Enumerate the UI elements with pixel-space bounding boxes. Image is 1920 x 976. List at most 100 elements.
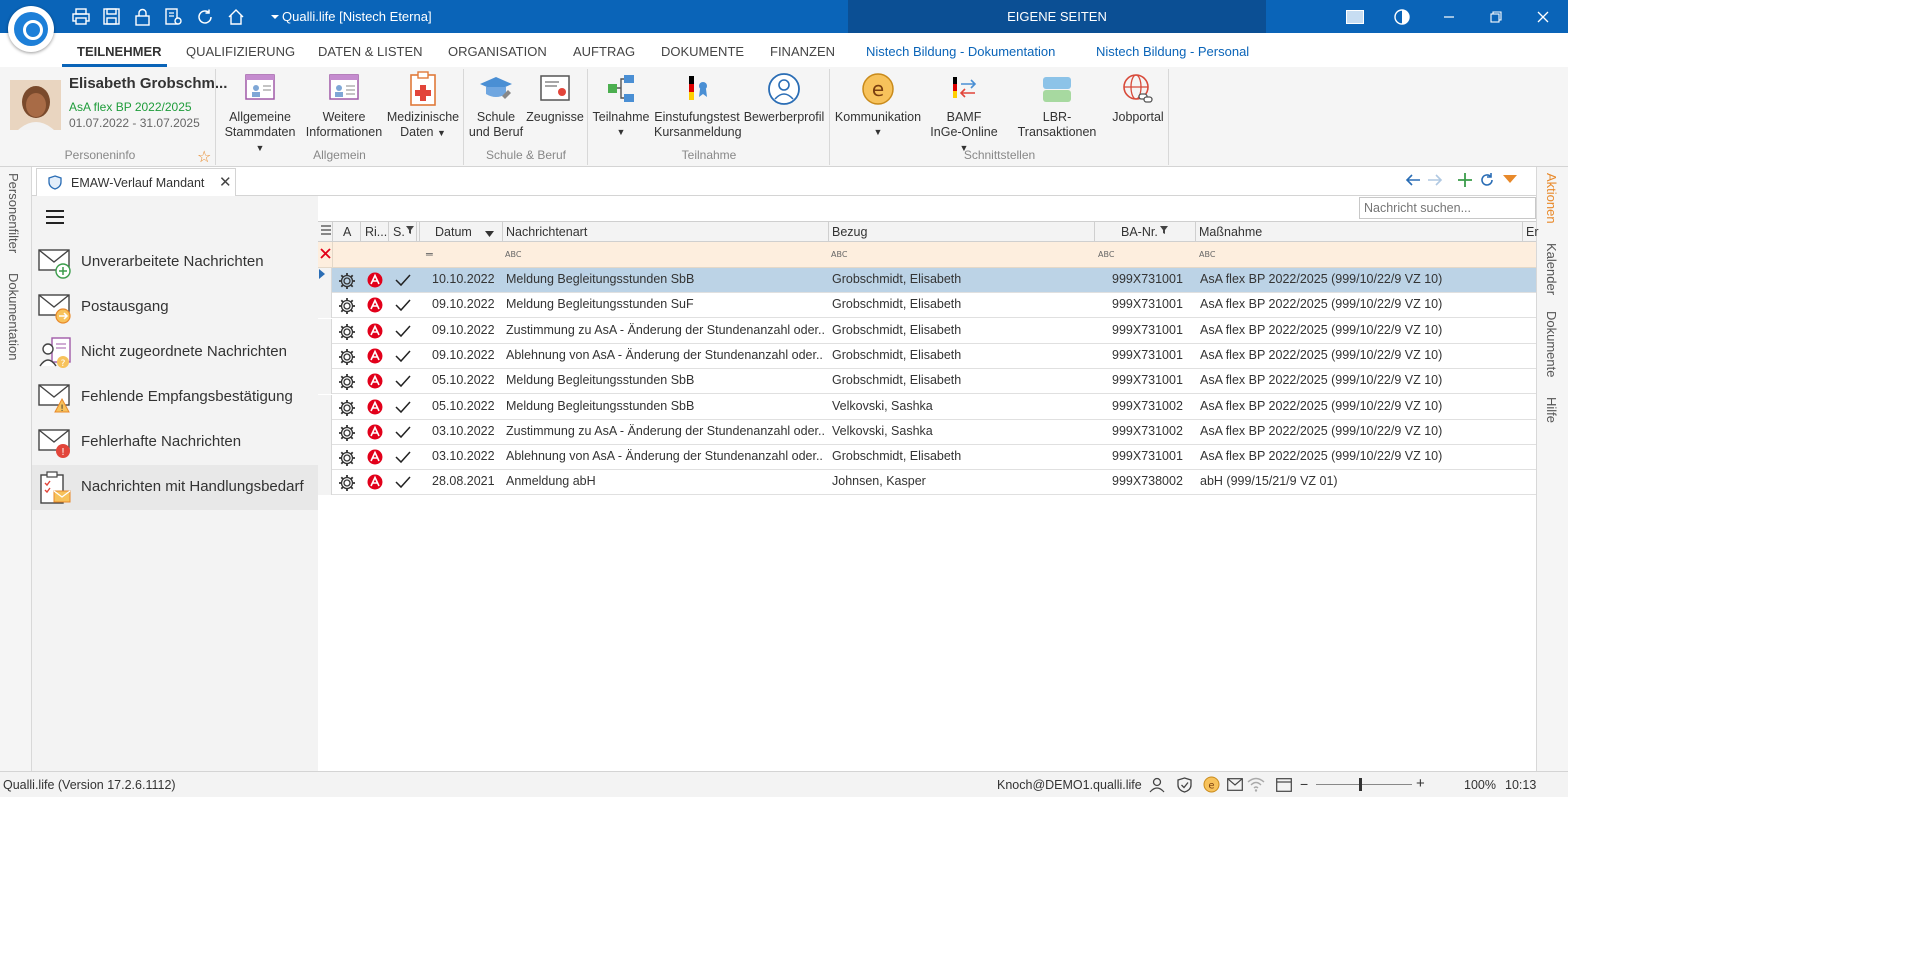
filter-icon[interactable] <box>1160 223 1168 237</box>
user-icon[interactable] <box>1149 777 1165 796</box>
zoom-in-icon[interactable]: + <box>1416 775 1425 792</box>
qualli-logo[interactable] <box>8 6 54 52</box>
weitere-informationen-button[interactable]: Weitere Informationen <box>303 71 385 140</box>
tab-nistech-dokumentation[interactable]: Nistech Bildung - Dokumentation <box>866 44 1055 59</box>
zoom-level[interactable]: 100% <box>1464 778 1496 792</box>
restore-icon[interactable] <box>1473 0 1519 33</box>
hilfe-tab[interactable]: Hilfe <box>1544 397 1559 423</box>
schule-und-beruf-button[interactable]: Schule und Beruf <box>466 71 526 140</box>
nav-item-unverarbeitete[interactable]: Unverarbeitete Nachrichten <box>32 240 318 285</box>
table-row[interactable]: 09.10.2022 Meldung Begleitungsstunden Su… <box>318 293 1536 319</box>
zoom-slider-track[interactable] <box>1316 784 1412 785</box>
clear-filter-icon[interactable] <box>320 247 331 262</box>
window-layout-icon[interactable] <box>1276 778 1292 795</box>
nav-item-fehlende-empfangsbestaetigung[interactable]: ! Fehlende Empfangsbestätigung <box>32 375 318 420</box>
zoom-out-icon[interactable]: − <box>1300 776 1308 792</box>
add-icon[interactable] <box>1456 171 1478 192</box>
gear-icon[interactable] <box>338 474 356 495</box>
reload-icon[interactable] <box>1478 171 1502 192</box>
tab-auftrag[interactable]: AUFTRAG <box>573 44 635 59</box>
equals-filter-icon[interactable]: ═ <box>426 248 433 261</box>
teilnahme-button[interactable]: Teilnahme ▼ <box>590 71 652 140</box>
table-row[interactable]: 10.10.2022 Meldung Begleitungsstunden Sb… <box>318 268 1536 293</box>
back-arrow-icon[interactable] <box>1404 171 1426 192</box>
hamburger-menu-icon[interactable] <box>46 210 64 227</box>
personenfilter-tab[interactable]: Personenfilter <box>6 173 21 253</box>
medizinische-daten-button[interactable]: Medizinische Daten ▼ <box>386 71 460 141</box>
kalender-tab[interactable]: Kalender <box>1544 243 1559 295</box>
text-filter-icon[interactable]: ABC <box>1199 250 1215 259</box>
sort-desc-icon[interactable] <box>485 227 494 241</box>
gear-icon[interactable] <box>338 348 356 369</box>
kommunikation-button[interactable]: e Kommunikation ▼ <box>833 71 923 140</box>
close-icon[interactable] <box>1520 0 1566 33</box>
text-filter-icon[interactable]: ABC <box>831 250 847 259</box>
tab-finanzen[interactable]: FINANZEN <box>770 44 835 59</box>
table-row[interactable]: 03.10.2022 Zustimmung zu AsA - Änderung … <box>318 419 1536 445</box>
tab-emaw-verlauf-mandant[interactable]: EMAW-Verlauf Mandant ✕ <box>36 168 236 196</box>
gear-icon[interactable] <box>338 323 356 344</box>
person-name[interactable]: Elisabeth Grobschm... <box>69 75 227 92</box>
column-header-bezug[interactable]: Bezug <box>832 225 867 239</box>
forward-arrow-icon[interactable] <box>1426 171 1456 192</box>
table-row[interactable]: 09.10.2022 Zustimmung zu AsA - Änderung … <box>318 318 1536 344</box>
column-header-nachrichtenart[interactable]: Nachrichtenart <box>506 225 587 239</box>
table-row[interactable]: 09.10.2022 Ablehnung von AsA - Änderung … <box>318 343 1536 369</box>
avatar[interactable] <box>10 80 61 130</box>
contrast-icon[interactable] <box>1379 0 1425 33</box>
gear-icon[interactable] <box>338 297 356 318</box>
refresh-icon[interactable] <box>194 7 215 26</box>
column-chooser-icon[interactable] <box>321 224 331 238</box>
gear-icon[interactable] <box>338 399 356 420</box>
print-icon[interactable] <box>70 7 91 26</box>
dokumente-tab[interactable]: Dokumente <box>1544 311 1559 377</box>
kommunikation-status-icon[interactable]: e <box>1203 776 1220 796</box>
close-tab-icon[interactable]: ✕ <box>219 173 232 191</box>
shield-check-icon[interactable] <box>1177 777 1192 796</box>
nav-item-postausgang[interactable]: Postausgang <box>32 285 318 330</box>
tab-organisation[interactable]: ORGANISATION <box>448 44 547 59</box>
table-row[interactable]: 05.10.2022 Meldung Begleitungsstunden Sb… <box>318 394 1536 420</box>
text-filter-icon[interactable]: ABC <box>505 250 521 259</box>
tab-daten-listen[interactable]: DATEN & LISTEN <box>318 44 423 59</box>
lbr-transaktionen-button[interactable]: LBR-Transaktionen <box>1005 71 1109 140</box>
gear-icon[interactable] <box>338 449 356 470</box>
save-icon[interactable] <box>101 7 122 26</box>
filter-icon[interactable] <box>406 223 414 237</box>
tab-qualifizierung[interactable]: QUALIFIZIERUNG <box>186 44 295 59</box>
text-filter-icon[interactable]: ABC <box>1098 250 1114 259</box>
bewerberprofil-button[interactable]: Bewerberprofil <box>743 71 825 125</box>
message-search-input[interactable] <box>1359 197 1536 219</box>
column-header-s[interactable]: S. <box>393 225 405 239</box>
column-header-ri[interactable]: Ri... <box>365 225 387 239</box>
tab-teilnehmer[interactable]: TEILNEHMER <box>77 44 162 59</box>
aktionen-tab[interactable]: Aktionen <box>1544 173 1559 224</box>
bamf-inge-online-button[interactable]: BAMF InGe-Online ▼ <box>925 71 1003 156</box>
tab-dokumente[interactable]: DOKUMENTE <box>661 44 744 59</box>
column-header-massnahme[interactable]: Maßnahme <box>1199 225 1262 239</box>
layout-icon[interactable] <box>1332 0 1378 33</box>
nav-item-fehlerhafte[interactable]: ! Fehlerhafte Nachrichten <box>32 420 318 465</box>
column-header-a[interactable]: A <box>343 225 351 239</box>
tab-nistech-personal[interactable]: Nistech Bildung - Personal <box>1096 44 1249 59</box>
document-settings-icon[interactable] <box>163 7 184 26</box>
wifi-icon[interactable] <box>1247 777 1265 795</box>
favorite-star-icon[interactable]: ☆ <box>197 147 211 167</box>
dropdown-icon[interactable] <box>1502 171 1520 192</box>
home-icon[interactable] <box>225 7 246 26</box>
zeugnisse-button[interactable]: Zeugnisse <box>526 71 584 125</box>
column-header-datum[interactable]: Datum <box>435 225 472 239</box>
allgemeine-stammdaten-button[interactable]: Allgemeine Stammdaten ▼ <box>219 71 301 156</box>
nav-item-nicht-zugeordnet[interactable]: ? Nicht zugeordnete Nachrichten <box>32 330 318 375</box>
eigene-seiten-button[interactable]: EIGENE SEITEN <box>848 0 1266 33</box>
einstufungstest-kursanmeldung-button[interactable]: Einstufungstest Kursanmeldung <box>654 71 742 140</box>
lock-icon[interactable] <box>132 7 153 26</box>
table-row[interactable]: 03.10.2022 Ablehnung von AsA - Änderung … <box>318 445 1536 471</box>
gear-icon[interactable] <box>338 373 356 394</box>
minimize-icon[interactable] <box>1426 0 1472 33</box>
gear-icon[interactable] <box>338 424 356 445</box>
table-row[interactable]: 05.10.2022 Meldung Begleitungsstunden Sb… <box>318 369 1536 395</box>
zoom-slider-thumb[interactable] <box>1359 778 1362 791</box>
dokumentation-tab[interactable]: Dokumentation <box>6 273 21 360</box>
jobportal-button[interactable]: Jobportal <box>1110 71 1166 125</box>
